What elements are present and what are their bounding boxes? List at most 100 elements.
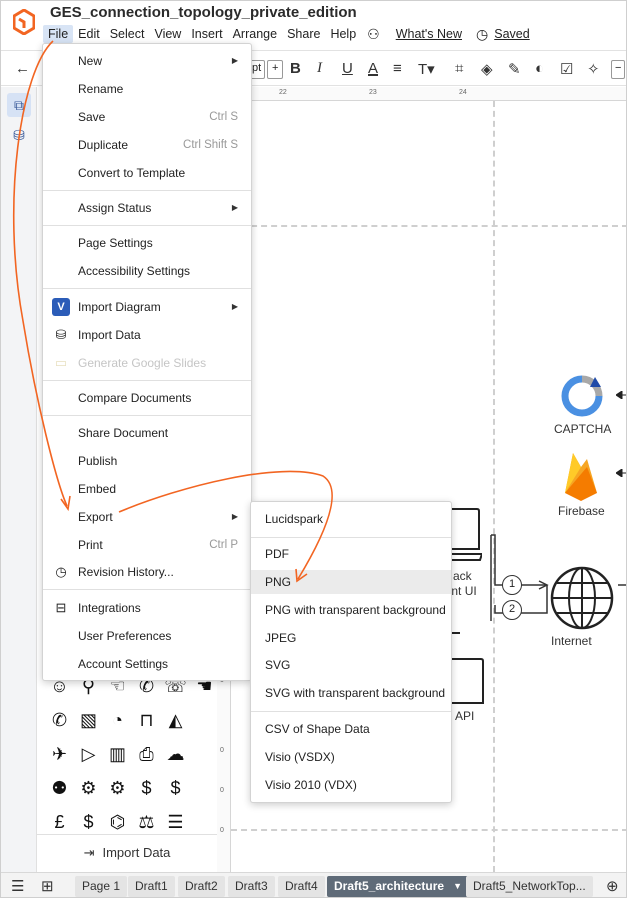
menu-item-account-settings[interactable]: Account Settings xyxy=(43,652,251,676)
shape-gears-icon[interactable]: ⚙ xyxy=(74,775,103,801)
clock-icon: ◷ xyxy=(55,564,67,579)
shape-user-settings-icon[interactable]: ⚉ xyxy=(45,775,74,801)
export-item-pdf[interactable]: PDF xyxy=(251,542,451,566)
shape-gear-icon[interactable]: ⚙ xyxy=(103,775,132,801)
font-size-increase-button[interactable]: + xyxy=(267,60,284,79)
menu-item-import-diagram[interactable]: V Import Diagram ▶ xyxy=(43,295,251,319)
underline-icon[interactable]: U xyxy=(342,60,353,77)
page-tab[interactable]: Draft5_NetworkTop... xyxy=(466,876,593,897)
submenu-arrow-icon: ▶ xyxy=(231,302,238,311)
menu-item-new[interactable]: New ▶ xyxy=(43,49,251,73)
menu-item-convert-to-template[interactable]: Convert to Template xyxy=(43,161,251,185)
menu-item-rename[interactable]: Rename xyxy=(43,77,251,101)
page-tab[interactable]: Draft2 xyxy=(178,876,225,897)
menu-item-duplicate[interactable]: Duplicate Ctrl Shift S xyxy=(43,133,251,157)
menu-item-revision-history[interactable]: ◷ Revision History... xyxy=(43,560,251,584)
plugins-icon[interactable]: ⚇ xyxy=(361,26,388,43)
italic-icon[interactable]: I xyxy=(317,60,322,77)
undo-icon[interactable]: ← xyxy=(15,60,30,77)
menu-item-embed[interactable]: Embed xyxy=(43,477,251,501)
fill-color-icon[interactable]: ◈ xyxy=(481,60,493,78)
menu-item-import-data[interactable]: ⛁ Import Data xyxy=(43,323,251,347)
menu-item-save[interactable]: Save Ctrl S xyxy=(43,105,251,129)
magic-icon[interactable]: ✧ xyxy=(587,60,600,78)
shape-network-icon[interactable]: ⌬ xyxy=(103,809,132,835)
shape-pound-bag-icon[interactable]: £ xyxy=(45,809,74,835)
menu-item-user-preferences[interactable]: User Preferences xyxy=(43,624,251,648)
whats-new-link[interactable]: What's New xyxy=(388,27,470,41)
menu-edit[interactable]: Edit xyxy=(73,25,105,43)
shape-play-icon[interactable]: ▷ xyxy=(74,741,103,767)
menu-arrange[interactable]: Arrange xyxy=(228,25,282,43)
menu-item-export[interactable]: Export ▶ xyxy=(43,505,251,529)
menu-file[interactable]: File xyxy=(43,25,74,43)
line-color-icon[interactable]: ✎ xyxy=(508,60,521,78)
crop-icon[interactable]: ⌗ xyxy=(455,60,463,77)
document-title[interactable]: GES_connection_topology_private_edition xyxy=(50,4,357,21)
shape-cloud-settings-icon[interactable]: ☁ xyxy=(161,741,190,767)
menu-insert[interactable]: Insert xyxy=(186,25,227,43)
export-item-visio-vdx[interactable]: Visio 2010 (VDX) xyxy=(251,773,451,797)
export-item-csv-shape-data[interactable]: CSV of Shape Data xyxy=(251,717,451,741)
menu-item-accessibility-settings[interactable]: Accessibility Settings xyxy=(43,259,251,283)
feedback-ui-device-icon[interactable] xyxy=(452,506,482,566)
text-options-icon[interactable]: T▾ xyxy=(418,60,435,78)
export-item-visio-vsdx[interactable]: Visio (VSDX) xyxy=(251,745,451,769)
export-item-svg[interactable]: SVG xyxy=(251,653,451,677)
text-color-icon[interactable]: A xyxy=(368,60,378,77)
shape-dollar-coin-icon[interactable]: $ xyxy=(161,775,190,801)
menu-item-share-document[interactable]: Share Document xyxy=(43,421,251,445)
globe-icon[interactable] xyxy=(549,565,615,631)
menu-item-print[interactable]: Print Ctrl P xyxy=(43,533,251,557)
api-device-icon[interactable] xyxy=(452,631,486,707)
menu-item-assign-status[interactable]: Assign Status ▶ xyxy=(43,196,251,220)
shape-lock-icon[interactable]: ⊓ xyxy=(132,707,161,733)
page-tab-active[interactable]: Draft5_architecture ▼ xyxy=(327,876,469,897)
shapes-icon[interactable]: ⧉ xyxy=(7,93,31,117)
zoom-minus-button[interactable]: − xyxy=(611,60,626,79)
shape-pizza-icon[interactable]: ◭ xyxy=(161,707,190,733)
menu-view[interactable]: View xyxy=(149,25,186,43)
captcha-icon[interactable] xyxy=(559,373,605,419)
menu-item-integrations[interactable]: ⊟ Integrations xyxy=(43,596,251,620)
menu-item-page-settings[interactable]: Page Settings xyxy=(43,231,251,255)
style-icon[interactable]: ☑ xyxy=(560,60,573,78)
shape-image-icon[interactable]: ▧ xyxy=(74,707,103,733)
page-list-icon[interactable]: ☰ xyxy=(11,877,24,895)
shape-phone-chat-icon[interactable]: ✆ xyxy=(45,707,74,733)
export-item-png-transparent[interactable]: PNG with transparent background xyxy=(251,598,451,622)
menu-help[interactable]: Help xyxy=(325,25,361,43)
firebase-icon[interactable] xyxy=(561,449,601,501)
saved-status-link[interactable]: Saved xyxy=(492,27,537,41)
page-tab[interactable]: Draft4 xyxy=(278,876,325,897)
menu-item-generate-google-slides: ▭ Generate Google Slides xyxy=(43,351,251,375)
data-icon[interactable]: ⛁ xyxy=(7,123,31,147)
menu-select[interactable]: Select xyxy=(105,25,150,43)
import-data-button[interactable]: ⇥ Import Data xyxy=(37,834,217,870)
export-item-jpeg[interactable]: JPEG xyxy=(251,626,451,650)
add-page-icon[interactable]: ⊕ xyxy=(606,877,619,895)
page-tab[interactable]: Draft3 xyxy=(228,876,275,897)
shape-pie-chart-icon[interactable]: ◔ xyxy=(103,707,132,733)
shape-building-icon[interactable]: ▥ xyxy=(103,741,132,767)
shape-printer-icon[interactable]: ⎙ xyxy=(132,741,161,767)
align-icon[interactable]: ≡ xyxy=(393,60,402,77)
menu-item-compare-documents[interactable]: Compare Documents xyxy=(43,386,251,410)
opacity-icon[interactable]: ◐ xyxy=(535,60,544,77)
menu-item-publish[interactable]: Publish xyxy=(43,449,251,473)
page-tab[interactable]: Draft1 xyxy=(128,876,175,897)
lucid-logo-icon[interactable] xyxy=(13,9,35,35)
page-grid-icon[interactable]: ⊞ xyxy=(41,877,54,895)
export-item-svg-transparent[interactable]: SVG with transparent background xyxy=(251,681,451,705)
shape-airplane-icon[interactable]: ✈ xyxy=(45,741,74,767)
shape-dollar-bag-icon[interactable]: $ xyxy=(74,809,103,835)
shape-money-stack-icon[interactable]: ☰ xyxy=(161,809,190,835)
bold-icon[interactable]: B xyxy=(290,60,301,77)
page-tab[interactable]: Page 1 xyxy=(75,876,128,897)
export-item-lucidspark[interactable]: Lucidspark xyxy=(251,507,451,531)
shape-dollar-badge-icon[interactable]: $ xyxy=(132,775,161,801)
export-item-png[interactable]: PNG xyxy=(251,570,451,594)
menu-share[interactable]: Share xyxy=(282,25,325,43)
chevron-down-icon[interactable]: ▼ xyxy=(453,876,462,897)
shape-money-hand-icon[interactable]: ⚖ xyxy=(132,809,161,835)
